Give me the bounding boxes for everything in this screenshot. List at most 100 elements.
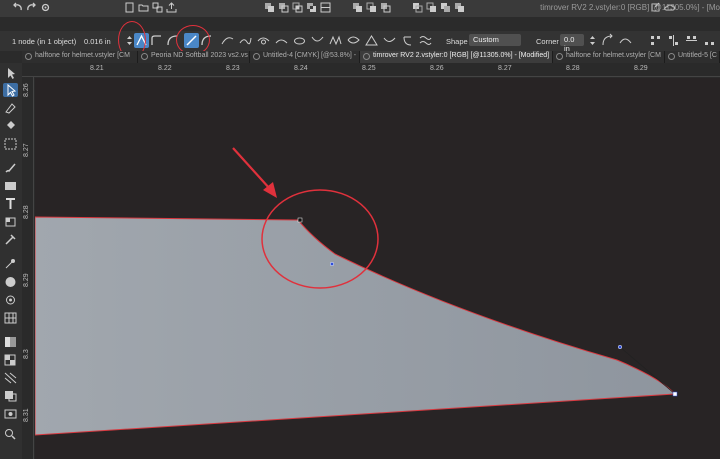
document-canvas[interactable] [35,78,720,459]
divide-shapes-icon[interactable] [320,2,331,13]
settings-icon[interactable] [40,2,51,13]
horizontal-ruler: 8.21 8.22 8.23 8.24 8.25 8.26 8.27 8.28 … [22,63,720,77]
tab-peoria-softball[interactable]: Peoria ND Softball 2023 vs2.vs [138,51,250,63]
brush-tool-icon[interactable] [3,161,18,175]
rectangle-tool-icon[interactable] [3,179,18,193]
tab-halftone-helmet-2[interactable]: halftone for helmet.vstyler [CM [553,51,665,63]
toolbox [0,63,22,459]
window-title: timrover RV2 2.vstyler:0 [RGB] [@11305.0… [540,3,720,12]
curve-tool-icon-12[interactable] [418,33,433,48]
align-nodes-icon-1[interactable] [648,33,663,48]
corner-field[interactable]: 0.0 in [560,34,584,53]
corner-stepper-icon[interactable] [585,33,600,48]
align-operations [352,2,391,13]
color-swatch-icon[interactable] [3,389,18,403]
curve-tool-icon-6[interactable] [310,33,325,48]
transparency-tool-icon[interactable] [3,257,18,271]
bring-forward-icon[interactable] [412,2,423,13]
title-bar: timrover RV2 2.vstyler:0 [RGB] [@11305.0… [0,0,720,17]
curve-tool-icon-5[interactable] [292,33,307,48]
join-curves-icon[interactable] [618,33,633,48]
corner-label: Corner [536,37,559,46]
undo-icon[interactable] [12,2,23,13]
node-tool-icon[interactable] [3,83,18,97]
checker-tool-icon[interactable] [3,353,18,367]
text-tool-icon[interactable] [3,197,18,211]
pen-tool-icon[interactable] [3,101,18,115]
tab-label: timrover RV2 2.vstyler:0 [RGB] [@11305.0… [373,52,550,59]
close-icon[interactable] [25,53,32,60]
tab-label: Untitled-5 [C [678,52,717,59]
send-to-back-icon[interactable] [454,2,465,13]
bring-to-front-icon[interactable] [440,2,451,13]
tab-untitled-4[interactable]: Untitled-4 [CMYK] [@53.8%] - [250,51,360,63]
selected-curve-shape[interactable] [35,216,677,436]
shape-select[interactable]: Custom [469,34,521,46]
ruler-label: 8.27 [498,65,512,72]
curve-tool-icon-3[interactable] [256,33,271,48]
add-shapes-icon[interactable] [264,2,275,13]
close-icon[interactable] [556,53,563,60]
redo-icon[interactable] [26,2,37,13]
send-backward-icon[interactable] [426,2,437,13]
curve-tool-icon-2[interactable] [238,33,253,48]
export-icon[interactable] [166,2,177,13]
align-nodes-icon-3[interactable] [684,33,699,48]
intersect-shapes-icon[interactable] [292,2,303,13]
arrange-icon[interactable] [152,2,163,13]
reverse-curve-icon[interactable] [600,33,615,48]
curve-tool-icon-10[interactable] [382,33,397,48]
position-field[interactable]: 0.016 in [84,37,111,46]
zoom-tool-icon[interactable] [3,427,18,441]
tab-timrover-rv2[interactable]: timrover RV2 2.vstyler:0 [RGB] [@11305.0… [360,51,553,63]
curve-tool-icon-7[interactable] [328,33,343,48]
pattern-tool-icon[interactable] [3,371,18,385]
gradient-tool-icon[interactable] [3,215,18,229]
close-icon[interactable] [141,53,148,60]
document-icons [124,2,177,13]
tab-label: Untitled-4 [CMYK] [@53.8%] - [263,52,357,59]
subtract-shapes-icon[interactable] [278,2,289,13]
close-icon[interactable] [363,53,370,60]
ruler-label: 8.28 [566,65,580,72]
selected-node[interactable] [672,391,678,397]
combine-icon[interactable] [352,2,363,13]
curve-tool-icon-4[interactable] [274,33,289,48]
folder-icon[interactable] [138,2,149,13]
flip-icon[interactable] [366,2,377,13]
node-point[interactable] [297,217,303,223]
bezier-handle[interactable] [329,261,335,267]
exclude-shapes-icon[interactable] [306,2,317,13]
curve-tool-icon-1[interactable] [220,33,235,48]
document-tabs: halftone for helmet.vstyler [CM Peoria N… [22,51,720,63]
close-icon[interactable] [253,53,260,60]
order-operations [412,2,465,13]
curve-tool-icon-11[interactable] [400,33,415,48]
align-nodes-icon-2[interactable] [666,33,681,48]
mesh-tool-icon[interactable] [3,311,18,325]
vertical-ruler: 8.26 8.27 8.28 8.29 8.3 8.31 [22,77,34,459]
ruler-label: 8.25 [362,65,376,72]
align-nodes-icon-4[interactable] [702,33,717,48]
marquee-tool-icon[interactable] [3,137,18,151]
document-icon[interactable] [124,2,135,13]
shade-tool-icon[interactable] [3,335,18,349]
curve-tool-icon-8[interactable] [346,33,361,48]
move-tool-icon[interactable] [3,66,18,80]
ellipse-tool-icon[interactable] [3,275,18,289]
tab-untitled-5[interactable]: Untitled-5 [C [665,51,720,63]
rotate-icon[interactable] [380,2,391,13]
tab-label: halftone for helmet.vstyler [CM [566,52,661,59]
eyedropper-tool-icon[interactable] [3,233,18,247]
ruler-label: 8.23 [226,65,240,72]
tab-halftone-helmet-1[interactable]: halftone for helmet.vstyler [CM [22,51,138,63]
close-icon[interactable] [668,53,675,60]
fill-tool-icon[interactable] [3,119,18,133]
tab-label: Peoria ND Softball 2023 vs2.vs [151,52,248,59]
bezier-handle[interactable] [617,344,623,350]
ruler-label: 8.29 [23,273,30,287]
curve-tool-icon-9[interactable] [364,33,379,48]
view-tool-icon[interactable] [3,407,18,421]
smooth-corner-button[interactable] [149,33,164,48]
crop-tool-icon[interactable] [3,293,18,307]
